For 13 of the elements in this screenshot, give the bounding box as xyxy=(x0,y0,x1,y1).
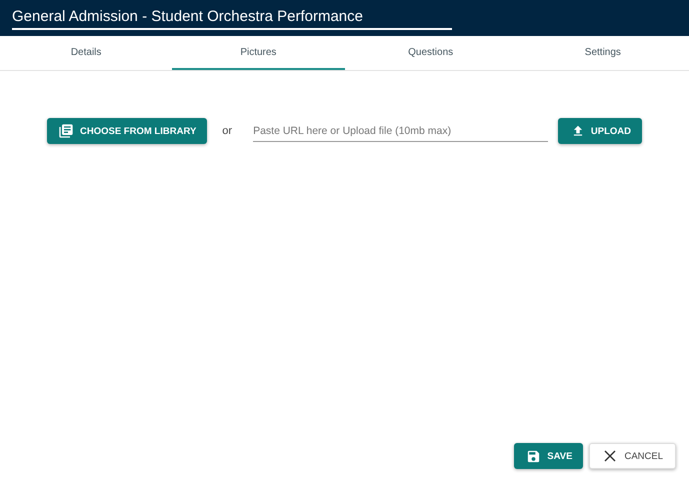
tab[interactable]: Questions xyxy=(344,36,517,70)
title-field[interactable]: General Admission - Student Orchestra Performance xyxy=(12,6,452,30)
cancel-button[interactable]: CANCEL xyxy=(589,443,676,469)
choose-from-library-button[interactable]: CHOOSE FROM LIBRARY xyxy=(47,118,208,144)
save-icon xyxy=(526,448,542,464)
close-icon xyxy=(604,450,616,462)
tab[interactable]: Details xyxy=(0,36,172,70)
upload-button[interactable]: UPLOAD xyxy=(558,118,642,144)
tab[interactable]: Settings xyxy=(516,36,689,70)
library-icon xyxy=(58,123,74,139)
tab[interactable]: Pictures xyxy=(172,36,344,70)
save-button[interactable]: SAVE xyxy=(514,443,584,469)
or-text: or xyxy=(222,125,232,137)
